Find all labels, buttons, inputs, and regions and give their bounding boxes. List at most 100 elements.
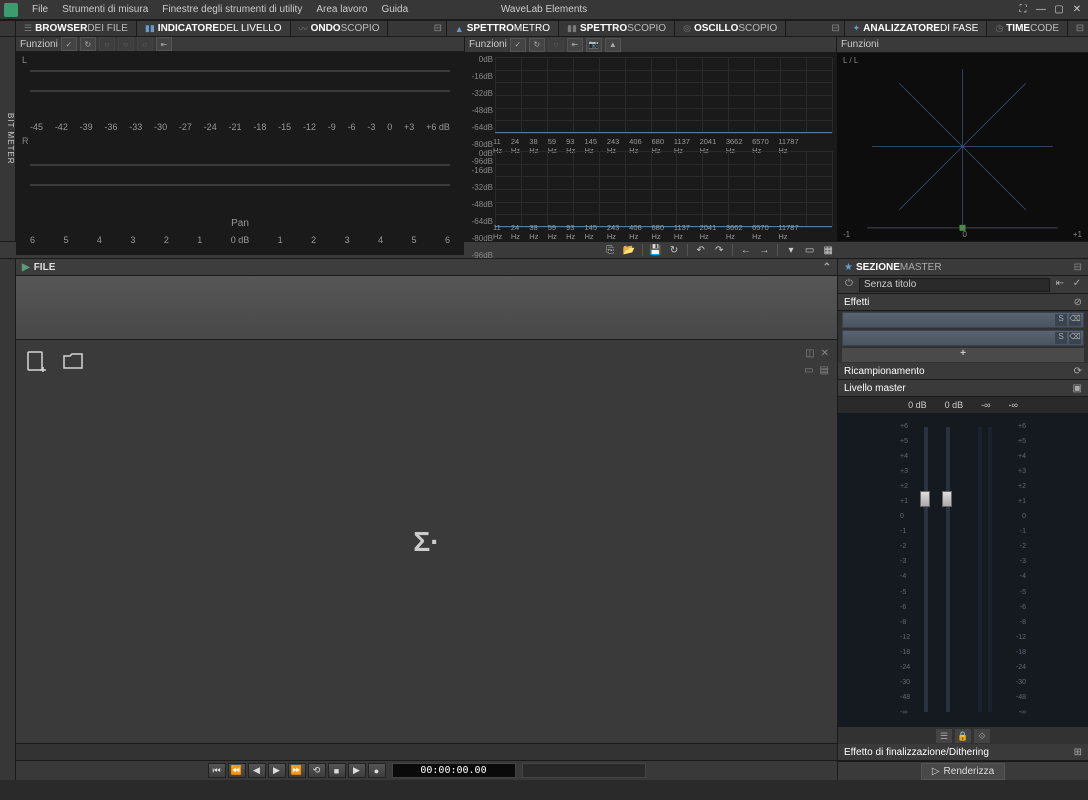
bit-meter-sidebar[interactable]: BIT METER (0, 37, 16, 241)
spectrometer-display: 0dB-16dB-32dB-48dB-64dB-80dB-96dB 11 Hz2… (465, 53, 836, 241)
tab-phase-analyzer[interactable]: ✦ANALIZZATOREDI FASE (845, 21, 988, 36)
pin-icon[interactable]: ⊟ (430, 21, 446, 36)
window-restore-icon[interactable]: ⛶ (1016, 3, 1030, 17)
fader-link-button[interactable]: ⟐ (974, 729, 990, 743)
menu-measure[interactable]: Strumenti di misura (56, 2, 154, 17)
funzioni-label-2[interactable]: Funzioni (469, 39, 507, 50)
file-workspace[interactable]: ◫✕ ▭▤ Σ· (16, 340, 837, 743)
fader-handle-R[interactable] (942, 491, 952, 507)
zoom-icon[interactable]: ▾ (783, 243, 799, 257)
level-toggle-icon[interactable]: ▣ (1073, 383, 1082, 394)
new-file-icon[interactable] (26, 350, 48, 372)
open-icon[interactable]: 📂 (621, 243, 637, 257)
menu-workspace[interactable]: Area lavoro (310, 2, 373, 17)
master-pin-icon[interactable]: ⊟ (1074, 262, 1082, 273)
tab-oscilloscope[interactable]: 〰ONDOSCOPIO (291, 21, 389, 36)
menu-utility[interactable]: Finestre degli strumenti di utility (156, 2, 308, 17)
layout-b-icon[interactable]: ▤ (820, 365, 829, 376)
fader-lock-button[interactable]: 🔒 (955, 729, 971, 743)
tab-spectroscope[interactable]: ▮▮SPETTROSCOPIO (559, 21, 675, 36)
spectro-reset-button[interactable]: ↻ (529, 38, 545, 52)
rewind-fast-button[interactable]: ⏮ (208, 763, 226, 778)
new-doc-icon[interactable]: ⎘ (602, 243, 618, 257)
menu-help[interactable]: Guida (375, 2, 414, 17)
fx-del-icon[interactable]: ⌫ (1069, 332, 1081, 344)
goto-button[interactable]: ⇤ (156, 37, 172, 51)
file-header (16, 276, 837, 340)
timecode-display[interactable]: 00:00:00.00 (392, 763, 516, 778)
layout-icon[interactable]: ▦ (820, 243, 836, 257)
fader-handle-L[interactable] (920, 491, 930, 507)
effects-bypass-icon[interactable]: ⊘ (1074, 297, 1082, 308)
pin-icon-3[interactable]: ⊟ (1072, 21, 1088, 36)
spectro-check-button[interactable]: ✓ (510, 38, 526, 52)
fx-solo-icon[interactable]: S (1055, 314, 1067, 326)
prev-preset-icon[interactable]: ⇤ (1053, 278, 1067, 292)
layout-a-icon[interactable]: ▭ (804, 365, 813, 376)
spectro-icon: ▮▮ (567, 23, 577, 34)
render-icon: ▷ (932, 766, 940, 777)
loop-button[interactable]: ⟲ (308, 763, 326, 778)
fx-solo-icon[interactable]: S (1055, 332, 1067, 344)
check-button[interactable]: ✓ (61, 37, 77, 51)
tab-oscilloscope2[interactable]: ◎OSCILLOSCOPIO (675, 21, 786, 36)
spectro-dim[interactable]: ○ (548, 38, 564, 52)
window-close-icon[interactable]: ✕ (1070, 3, 1084, 17)
render-button[interactable]: ▷Renderizza (921, 763, 1005, 780)
next-button[interactable]: ⏩ (288, 763, 306, 778)
reset-button[interactable]: ↻ (80, 37, 96, 51)
master-section: ★ SEZIONEMASTER ⊟ ⏻ ⇤ ✓ Effetti⊘ S⌫ S⌫ +… (837, 259, 1088, 780)
fx-slot-2[interactable]: S⌫ (842, 330, 1084, 346)
play-button[interactable]: ▶ (348, 763, 366, 778)
collapse-icon[interactable]: ⌃ (823, 262, 831, 273)
step-back-button[interactable]: ◀ (248, 763, 266, 778)
fx-del-icon[interactable]: ⌫ (1069, 314, 1081, 326)
close-icon[interactable]: ✕ (821, 348, 829, 359)
tab-timecode[interactable]: ◷TIMECODE (987, 21, 1068, 36)
level-meter-display: L -45-42-39-36-33-30-27-24-21-18-15-12-9… (16, 52, 464, 255)
nav-fwd-icon[interactable]: → (757, 243, 773, 257)
dither-icon[interactable]: ⊞ (1074, 747, 1082, 758)
apply-preset-icon[interactable]: ✓ (1070, 278, 1084, 292)
resample-icon[interactable]: ⟳ (1074, 366, 1082, 377)
prev-button[interactable]: ⏪ (228, 763, 246, 778)
add-fx-button[interactable]: + (842, 348, 1084, 362)
scroll-horizontal[interactable] (16, 743, 837, 760)
open-folder-icon[interactable] (62, 350, 84, 372)
transport-bar: ⏮ ⏪ ◀ ▶ ⏩ ⟲ ■ ▶ ● 00:00:00.00 (16, 760, 837, 780)
fader-track-R[interactable] (946, 427, 950, 712)
chart-button[interactable]: ▲ (605, 38, 621, 52)
tab-file-browser[interactable]: ☰BROWSERDEI FILE (16, 21, 137, 36)
view-icon[interactable]: ▭ (802, 243, 818, 257)
stop-button[interactable]: ■ (328, 763, 346, 778)
window-maximize-icon[interactable]: ▢ (1052, 3, 1066, 17)
file-tab[interactable]: ▶ FILE ⌃ (16, 259, 837, 276)
refresh-icon[interactable]: ↻ (666, 243, 682, 257)
dim-btn-1[interactable]: ○ (99, 37, 115, 51)
preset-input[interactable] (859, 278, 1050, 292)
snapshot-button[interactable]: 📷 (586, 38, 602, 52)
funzioni-label[interactable]: Funzioni (20, 39, 58, 50)
undo-icon[interactable]: ↶ (693, 243, 709, 257)
fader-menu-button[interactable]: ☰ (936, 729, 952, 743)
tab-level-meter[interactable]: ▮▮INDICATOREDEL LIVELLO (137, 21, 291, 36)
fader-track-L[interactable] (924, 427, 928, 712)
dim-btn-3[interactable]: ○ (137, 37, 153, 51)
secondary-display[interactable] (522, 763, 646, 778)
step-fwd-button[interactable]: ▶ (268, 763, 286, 778)
save-icon[interactable]: 💾 (648, 243, 664, 257)
menu-file[interactable]: File (26, 2, 54, 17)
fx-slot-1[interactable]: S⌫ (842, 312, 1084, 328)
pin-icon-2[interactable]: ⊟ (828, 21, 844, 36)
spectro-goto-button[interactable]: ⇤ (567, 38, 583, 52)
dim-btn-2[interactable]: ○ (118, 37, 134, 51)
power-icon[interactable]: ⏻ (842, 278, 856, 292)
nav-back-icon[interactable]: ← (738, 243, 754, 257)
meter-R (988, 427, 992, 712)
window-minimize-icon[interactable]: — (1034, 3, 1048, 17)
funzioni-label-3[interactable]: Funzioni (841, 39, 879, 50)
split-icon[interactable]: ◫ (805, 348, 814, 359)
redo-icon[interactable]: ↷ (711, 243, 727, 257)
tab-spectrometer[interactable]: ▲SPETTROMETRO (447, 21, 559, 36)
record-button[interactable]: ● (368, 763, 386, 778)
